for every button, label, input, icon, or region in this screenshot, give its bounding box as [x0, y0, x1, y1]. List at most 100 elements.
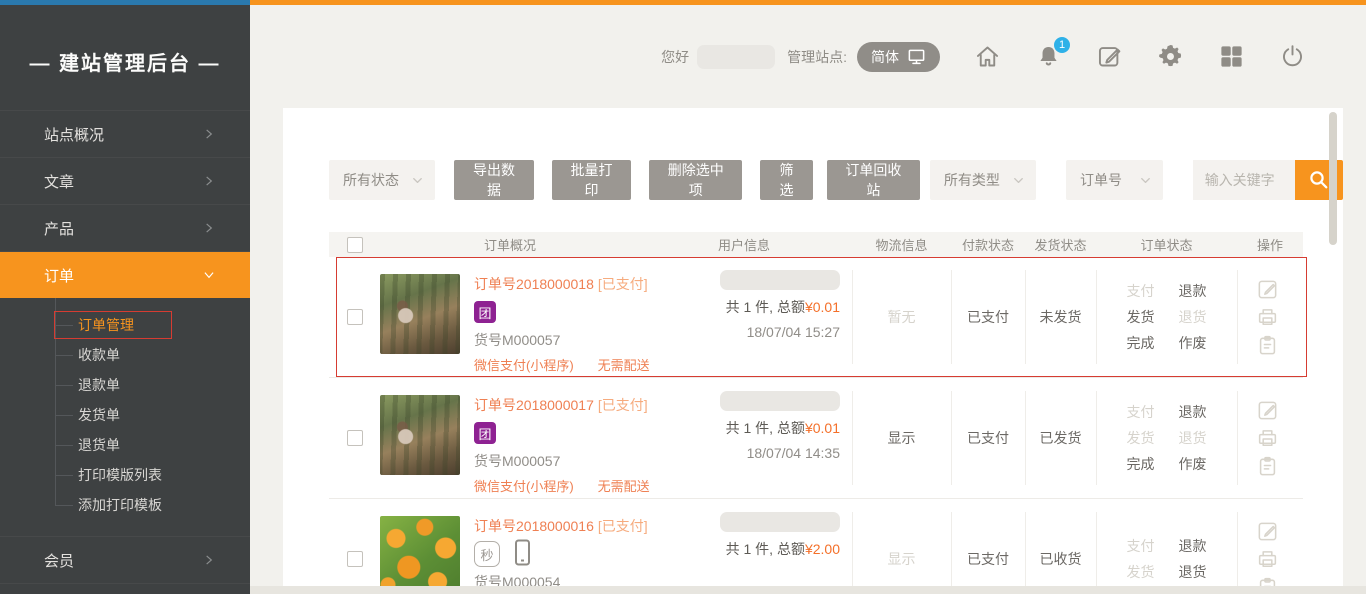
- column-header-shipping-status: 发货状态: [1025, 235, 1096, 254]
- compose-icon[interactable]: [1096, 43, 1123, 70]
- redacted-buyer-name: [720, 512, 840, 532]
- search-field-dropdown[interactable]: 订单号: [1066, 160, 1163, 200]
- batch-print-button[interactable]: 批量打印: [552, 160, 632, 200]
- copy-order-icon[interactable]: [1256, 455, 1279, 478]
- submenu-item-receipts[interactable]: 收款单: [0, 340, 250, 370]
- horizontal-scrollbar[interactable]: [250, 586, 1366, 594]
- table-row[interactable]: 订单号2018000017[已支付] 团 货号M000057 微信支付(小程序)…: [329, 378, 1303, 499]
- bell-icon[interactable]: 1: [1035, 43, 1062, 70]
- order-action[interactable]: 完成: [1127, 454, 1155, 474]
- shipping-status-cell: 已发货: [1025, 378, 1096, 498]
- vertical-scrollbar[interactable]: [1329, 112, 1337, 245]
- chevron-right-icon: [202, 174, 216, 188]
- column-divider: [852, 270, 853, 364]
- order-overview-lines: 订单号2018000017[已支付] 团 货号M000057 微信支付(小程序)…: [474, 395, 650, 495]
- sidebar-item-orders[interactable]: 订单: [0, 252, 250, 298]
- apps-grid-icon[interactable]: [1218, 43, 1245, 70]
- chevron-right-icon: [202, 127, 216, 141]
- order-amount: ¥0.01: [805, 299, 840, 315]
- notification-badge: 1: [1054, 37, 1070, 53]
- table-row[interactable]: 订单号2018000018[已支付] 团 货号M000057 微信支付(小程序)…: [329, 257, 1303, 378]
- copy-order-icon[interactable]: [1256, 334, 1279, 357]
- gear-icon[interactable]: [1157, 43, 1184, 70]
- order-action[interactable]: 完成: [1127, 333, 1155, 353]
- order-datetime: 18/07/04 15:27: [747, 324, 840, 340]
- payment-status-cell: 已支付: [951, 257, 1025, 377]
- order-action[interactable]: 退款: [1179, 281, 1207, 301]
- shipping-status: 未发货: [1040, 307, 1082, 327]
- paid-tag: [已支付]: [598, 518, 648, 534]
- sidebar-item-label: 站点概况: [44, 124, 104, 145]
- order-overview-cell: 订单号2018000016[已支付] 秒 货号M000054: [380, 499, 710, 594]
- order-amount: ¥2.00: [805, 541, 840, 557]
- power-icon[interactable]: [1279, 43, 1306, 70]
- topbar-icons: 1: [974, 43, 1306, 70]
- order-number: 订单号2018000017: [474, 397, 594, 413]
- print-order-icon[interactable]: [1256, 548, 1279, 571]
- select-all-checkbox[interactable]: [347, 237, 363, 253]
- order-action[interactable]: 作废: [1179, 333, 1207, 353]
- product-thumbnail[interactable]: [380, 516, 460, 594]
- payment-status: 已支付: [967, 549, 1009, 569]
- print-order-icon[interactable]: [1256, 427, 1279, 450]
- orders-toolbar: 所有状态 导出数据 批量打印 删除选中项 筛选 订单回收站 所有类型 订单号: [329, 160, 1343, 200]
- order-action[interactable]: 退款: [1179, 536, 1207, 556]
- order-number: 订单号2018000018: [474, 276, 594, 292]
- submenu-item-return-orders[interactable]: 退货单: [0, 430, 250, 460]
- type-filter-dropdown[interactable]: 所有类型: [930, 160, 1036, 200]
- chevron-down-icon: [202, 268, 216, 282]
- sidebar-item-site-overview[interactable]: 站点概况: [0, 111, 250, 158]
- submenu-item-refund-orders[interactable]: 退款单: [0, 370, 250, 400]
- order-status-cell: 支付退款发货退货完成作废: [1096, 257, 1237, 377]
- order-recycle-bin-button[interactable]: 订单回收站: [827, 160, 920, 200]
- edit-order-icon[interactable]: [1256, 520, 1279, 543]
- order-action[interactable]: 作废: [1179, 454, 1207, 474]
- search-icon: [1307, 168, 1331, 192]
- redacted-buyer-name: [720, 391, 840, 411]
- submenu-item-print-template-list[interactable]: 打印模版列表: [0, 460, 250, 490]
- status-filter-dropdown[interactable]: 所有状态: [329, 160, 435, 200]
- row-checkbox[interactable]: [347, 309, 363, 325]
- order-summary: 共 1 件, 总额: [726, 420, 805, 436]
- filter-button[interactable]: 筛选: [760, 160, 813, 200]
- chevron-right-icon: [202, 221, 216, 235]
- column-divider: [1025, 270, 1026, 364]
- item-number: 货号M000057: [474, 330, 650, 350]
- delete-selected-button[interactable]: 删除选中项: [649, 160, 742, 200]
- column-header-payment-status: 付款状态: [951, 235, 1025, 254]
- row-checkbox[interactable]: [347, 551, 363, 567]
- payment-method: 微信支付(小程序): [474, 476, 574, 495]
- table-row[interactable]: 订单号2018000016[已支付] 秒 货号M000054 共 1 件, 总额…: [329, 499, 1303, 594]
- column-divider: [1025, 512, 1026, 594]
- sidebar-item-articles[interactable]: 文章: [0, 158, 250, 205]
- product-thumbnail[interactable]: [380, 274, 460, 354]
- order-action[interactable]: 退货: [1179, 562, 1207, 582]
- product-thumbnail[interactable]: [380, 395, 460, 475]
- sidebar-item-products[interactable]: 产品: [0, 205, 250, 252]
- submenu-item-order-management[interactable]: 订单管理: [0, 310, 250, 340]
- manage-site-label: 管理站点:: [787, 47, 847, 67]
- paid-tag: [已支付]: [598, 397, 648, 413]
- order-number: 订单号2018000016: [474, 518, 594, 534]
- order-overview-lines: 订单号2018000016[已支付] 秒 货号M000054: [474, 516, 648, 594]
- order-action[interactable]: 发货: [1127, 307, 1155, 327]
- print-order-icon[interactable]: [1256, 306, 1279, 329]
- edit-order-icon[interactable]: [1256, 278, 1279, 301]
- language-site-button[interactable]: 简体: [857, 42, 940, 72]
- sidebar-item-members[interactable]: 会员: [0, 537, 250, 584]
- submenu-item-shipment-orders[interactable]: 发货单: [0, 400, 250, 430]
- shipping-status-cell: 未发货: [1025, 257, 1096, 377]
- keyword-input[interactable]: [1193, 160, 1295, 200]
- logistics-toggle[interactable]: 显示: [888, 428, 916, 448]
- paid-tag: [已支付]: [598, 276, 648, 292]
- chevron-down-icon: [410, 173, 425, 188]
- order-status-actions: 支付退款发货退货完成作废: [1127, 402, 1207, 474]
- chevron-down-icon: [1138, 173, 1153, 188]
- home-icon[interactable]: [974, 43, 1001, 70]
- submenu-item-add-print-template[interactable]: 添加打印模板: [0, 490, 250, 520]
- edit-order-icon[interactable]: [1256, 399, 1279, 422]
- column-divider: [1237, 270, 1238, 364]
- order-action[interactable]: 退款: [1179, 402, 1207, 422]
- export-data-button[interactable]: 导出数据: [454, 160, 534, 200]
- row-checkbox[interactable]: [347, 430, 363, 446]
